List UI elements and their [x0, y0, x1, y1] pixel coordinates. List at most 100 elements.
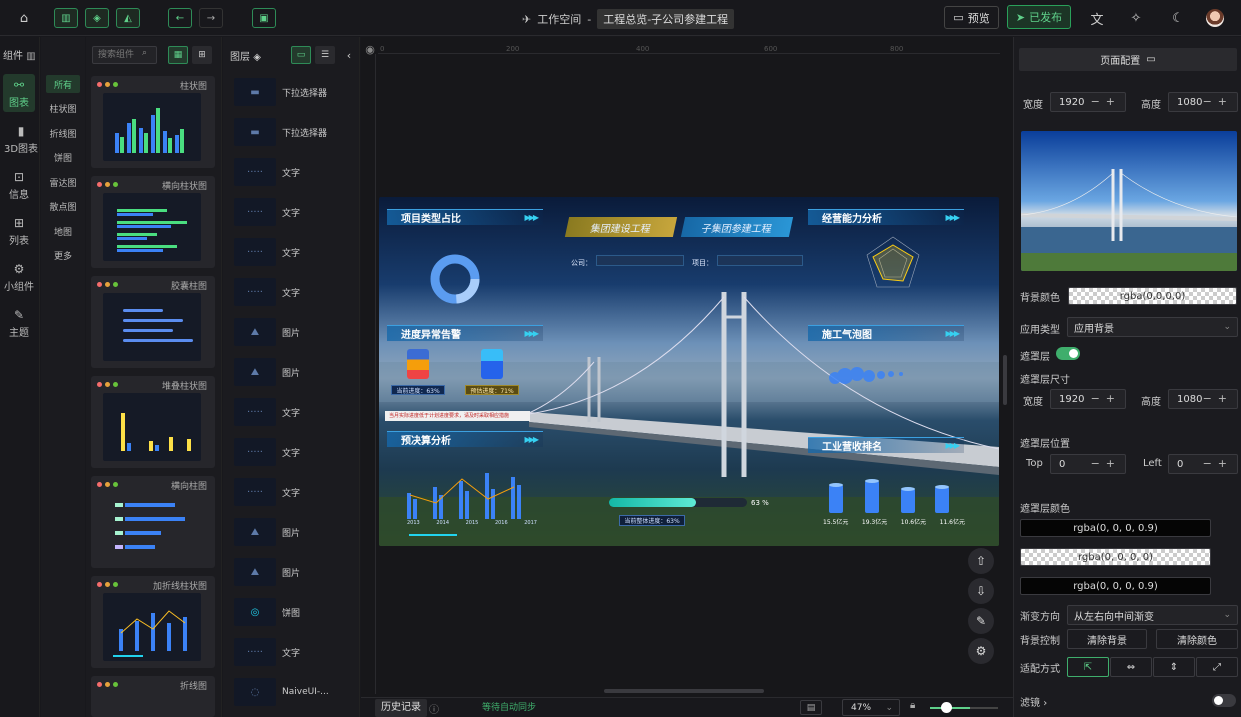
lock-icon[interactable]: 🔒︎ [910, 700, 915, 711]
layer-item[interactable]: ▬ 下拉选择器 [234, 116, 354, 148]
translate-icon[interactable]: 文 [1088, 9, 1106, 28]
component-card-stacked-bar[interactable]: 堆叠柱状图 [91, 376, 215, 468]
rail-item-list[interactable]: ⊞ 列表 [3, 212, 35, 250]
rail-item-3d-chart[interactable]: ▮ 3D图表 [3, 120, 39, 158]
category-all[interactable]: 所有 [46, 75, 80, 93]
mask-color-input-1[interactable]: rgba(0, 0, 0, 0.9) [1020, 519, 1211, 537]
tab-subgroup-construction[interactable]: 子集团参建工程 [680, 217, 794, 237]
layer-item[interactable]: ····· 文字 [234, 196, 354, 228]
layer-item[interactable]: ····· 文字 [234, 636, 354, 668]
collapse-chevron-icon[interactable]: ‹ [340, 46, 358, 64]
layer-item[interactable]: ····· 文字 [234, 436, 354, 468]
grid-view-button[interactable]: ⊞ [192, 46, 212, 64]
edit-icon[interactable]: ✎ [968, 608, 994, 634]
clear-color-button[interactable]: 清除颜色 [1156, 629, 1238, 649]
category-radar[interactable]: 雷达图 [46, 173, 80, 191]
card-view-button[interactable]: ▦ [168, 46, 188, 64]
mask-top-input[interactable]: 0 −+ [1050, 454, 1126, 474]
search-icon[interactable]: ⌕ [142, 48, 147, 58]
category-scatter[interactable]: 散点图 [46, 197, 80, 215]
layers-panel-toggle[interactable]: ◈ [85, 8, 109, 28]
mask-height-input[interactable]: 1080 −+ [1168, 389, 1238, 409]
dashboard-stage[interactable]: 集团建设工程 子集团参建工程 公司： 项目： 项目类型占比 ▶▶▶ 进度异常告警 ▶… [379, 197, 999, 546]
gradient-direction-select[interactable]: 从左右向中间渐变 ⌄ [1067, 605, 1238, 625]
layer-item[interactable]: ····· 文字 [234, 236, 354, 268]
component-card-line[interactable]: 折线图 [91, 676, 215, 717]
project-title[interactable]: 工程总览-子公司参建工程 [597, 9, 735, 29]
layer-item[interactable]: ····· 文字 [234, 396, 354, 428]
chart-panel-toggle[interactable]: ▥ [54, 8, 78, 28]
config-panel-toggle[interactable]: ◭ [116, 8, 140, 28]
avatar[interactable] [1206, 9, 1224, 27]
rail-item-chart[interactable]: ⚯ 图表 [3, 74, 35, 112]
project-select[interactable] [717, 255, 803, 266]
company-select[interactable] [596, 255, 684, 266]
undo-icon[interactable]: ← [168, 8, 192, 28]
fit-height-button[interactable]: ⇕ [1153, 657, 1195, 677]
component-card-bar-line[interactable]: 加折线柱状图 [91, 576, 215, 668]
layer-item[interactable]: ▬ 下拉选择器 [234, 76, 354, 108]
mask-color-input-3[interactable]: rgba(0, 0, 0, 0.9) [1020, 577, 1211, 595]
category-more[interactable]: 更多 [46, 246, 80, 264]
app-type-select[interactable]: 应用背景 ⌄ [1067, 317, 1238, 337]
category-pie[interactable]: 饼图 [46, 148, 80, 166]
layer-item[interactable]: ◎ 饼图 [234, 596, 354, 628]
clear-background-button[interactable]: 清除背景 [1067, 629, 1147, 649]
vertical-ruler[interactable] [361, 54, 376, 694]
fit-full-button[interactable]: ⤢ [1196, 657, 1238, 677]
minimap-icon[interactable]: ▤ [800, 700, 822, 715]
layer-item[interactable]: ⛰ 图片 [234, 316, 354, 348]
zoom-slider-handle[interactable] [941, 702, 952, 713]
redo-icon[interactable]: → [199, 8, 223, 28]
page-width-input[interactable]: 1920 −+ [1050, 92, 1126, 112]
help-icon[interactable]: ⓘ [429, 701, 439, 716]
filter-toggle[interactable] [1212, 694, 1236, 707]
fit-scale-button[interactable]: ⇱ [1067, 657, 1109, 677]
category-bar[interactable]: 柱状图 [46, 99, 80, 117]
component-card-horizontal-bar[interactable]: 横向柱状图 [91, 176, 215, 268]
filter-label[interactable]: 滤镜 › [1020, 694, 1047, 709]
layer-item[interactable]: ◌ NaiveUI-... [234, 676, 354, 708]
layer-list-view-button[interactable]: ☰ [315, 46, 335, 64]
mask-left-input[interactable]: 0 −+ [1168, 454, 1238, 474]
category-map[interactable]: 地图 [46, 222, 80, 240]
rail-item-info[interactable]: ⊡ 信息 [3, 166, 35, 204]
horizontal-ruler[interactable]: 0 200 400 600 800 [378, 40, 1000, 54]
history-button[interactable]: 历史记录 [375, 699, 427, 717]
zoom-select[interactable]: 47% ⌄ [842, 699, 900, 716]
edit-title-icon[interactable]: ✈ [522, 13, 531, 26]
publish-button[interactable]: ➤ 已发布 [1007, 5, 1071, 29]
background-image-preview[interactable] [1021, 131, 1237, 271]
layer-item[interactable]: ····· 文字 [234, 156, 354, 188]
page-height-input[interactable]: 1080 −+ [1168, 92, 1238, 112]
search-input[interactable]: 搜索组件 [92, 46, 157, 64]
layer-item[interactable]: ⛰ 图片 [234, 516, 354, 548]
layer-item[interactable]: ⛰ 图片 [234, 356, 354, 388]
layer-item[interactable]: ⛰ 图片 [234, 556, 354, 588]
component-card-horizontal-column[interactable]: 横向柱图 [91, 476, 215, 568]
magic-wand-icon[interactable]: ✧ [1127, 9, 1145, 27]
fit-width-button[interactable]: ⇔ [1110, 657, 1152, 677]
preview-button[interactable]: ▭ 预览 [944, 6, 999, 29]
moon-icon[interactable]: ☾ [1169, 9, 1187, 27]
tab-group-construction[interactable]: 集团建设工程 [564, 217, 678, 237]
layer-item[interactable]: ····· 文字 [234, 476, 354, 508]
component-card-capsule-bar[interactable]: 胶囊柱图 [91, 276, 215, 368]
save-icon[interactable]: ▣ [252, 8, 276, 28]
layer-item[interactable]: ····· 文字 [234, 276, 354, 308]
background-color-input[interactable]: rgba(0,0,0,0) [1068, 287, 1237, 305]
rail-item-theme[interactable]: ✎ 主题 [3, 304, 35, 342]
mask-color-input-2[interactable]: rgba(0, 0, 0, 0) [1020, 548, 1211, 566]
category-line[interactable]: 折线图 [46, 124, 80, 142]
import-icon[interactable]: ⇩ [968, 578, 994, 604]
horizontal-scrollbar[interactable] [604, 689, 764, 693]
export-icon[interactable]: ⇧ [968, 548, 994, 574]
home-icon[interactable]: ⌂ [15, 9, 33, 27]
rail-item-widget[interactable]: ⚙ 小组件 [3, 258, 35, 296]
mask-toggle[interactable] [1056, 347, 1080, 360]
mask-width-input[interactable]: 1920 −+ [1050, 389, 1126, 409]
layer-thumb-view-button[interactable]: ▭ [291, 46, 311, 64]
eye-icon[interactable]: ◉ [361, 40, 379, 58]
vertical-scrollbar[interactable] [1003, 355, 1007, 405]
settings-gear-icon[interactable]: ⚙ [968, 638, 994, 664]
